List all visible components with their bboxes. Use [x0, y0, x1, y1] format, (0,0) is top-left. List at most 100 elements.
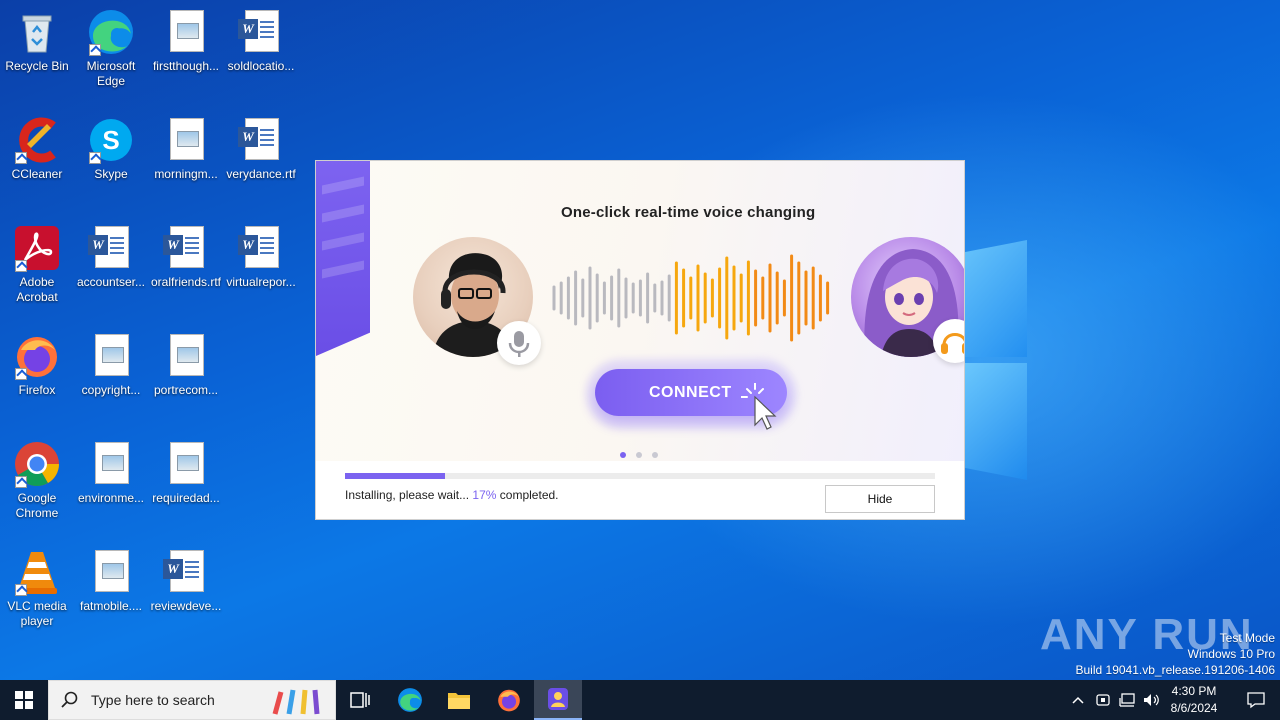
word-doc-icon: W [88, 226, 129, 268]
edge-icon [398, 688, 422, 712]
desktop: Recycle Bin CCleaner Adobe Acrobat Firef… [0, 0, 1280, 680]
install-progress-fill [345, 473, 446, 479]
desktop-icon-label: Firefox [18, 383, 56, 397]
clock-time: 4:30 PM [1171, 684, 1217, 698]
clock-date: 8/6/2024 [1170, 701, 1218, 715]
shortcut-arrow-icon [15, 260, 27, 272]
shortcut-arrow-icon [89, 44, 101, 56]
desktop-icon-google-chrome[interactable]: Google Chrome [1, 440, 73, 521]
word-doc-icon: W [163, 226, 204, 268]
network-button[interactable] [1116, 680, 1138, 720]
file-explorer-icon [448, 693, 470, 709]
taskbar: Type here to search 4:30 PM 8/6/2024 [0, 680, 1280, 720]
desktop-icon-ccleaner[interactable]: CCleaner [1, 116, 73, 182]
carousel-dot[interactable] [636, 452, 642, 458]
show-hidden-icons-button[interactable] [1066, 680, 1090, 720]
desktop-icon-label: reviewdeve... [150, 599, 222, 613]
shortcut-arrow-icon [15, 368, 27, 380]
desktop-icon-adobe-acrobat[interactable]: Adobe Acrobat [1, 224, 73, 305]
desktop-icon-firefox[interactable]: Firefox [1, 332, 73, 398]
desktop-icon-label: virtualrepor... [226, 275, 296, 289]
start-button[interactable] [0, 680, 48, 720]
desktop-icon-recycle-bin[interactable]: Recycle Bin [1, 8, 73, 74]
shortcut-arrow-icon [89, 152, 101, 164]
image-file-icon [95, 334, 129, 376]
word-doc-icon: W [163, 550, 204, 592]
taskbar-clock[interactable]: 4:30 PM 8/6/2024 [1160, 683, 1228, 717]
image-file-icon [95, 550, 129, 592]
image-file-icon [95, 442, 129, 484]
word-doc-icon: W [238, 10, 279, 52]
carousel-dot[interactable] [652, 452, 658, 458]
tray-device-button[interactable] [1092, 680, 1114, 720]
desktop-icon-label: environme... [77, 491, 145, 505]
network-icon [1119, 693, 1135, 707]
desktop-icon-accountser[interactable]: W accountser... [75, 224, 147, 290]
word-doc-icon: W [238, 226, 279, 268]
status-suffix: completed. [499, 488, 559, 502]
image-file-icon [170, 442, 204, 484]
taskbar-firefox-button[interactable] [485, 680, 533, 720]
installer-window: One-click real-time voice changing CONNE… [315, 160, 965, 520]
desktop-icon-soldlocatio[interactable]: W soldlocatio... [225, 8, 297, 74]
desktop-icon-skype[interactable]: S Skype [75, 116, 147, 182]
search-highlight-brushes-icon [272, 689, 320, 715]
decorative-stripes [316, 161, 370, 356]
desktop-icon-portrecom[interactable]: portrecom... [150, 332, 222, 398]
desktop-icon-label: Adobe Acrobat [16, 275, 58, 304]
word-doc-icon: W [238, 118, 279, 160]
banner-headline: One-click real-time voice changing [561, 204, 816, 221]
desktop-icon-fatmobile[interactable]: fatmobile.... [75, 548, 147, 614]
shortcut-arrow-icon [15, 476, 27, 488]
click-cursor-icon [741, 383, 777, 430]
desktop-icon-reviewdeve[interactable]: W reviewdeve... [150, 548, 222, 614]
carousel-dot[interactable] [620, 452, 626, 458]
test-mode-text: Test Mode [1219, 631, 1275, 645]
carousel-dots [620, 445, 668, 461]
desktop-icon-label: Google Chrome [15, 491, 59, 520]
desktop-icon-oralfriends[interactable]: W oralfriends.rtf [150, 224, 222, 290]
desktop-icon-environme[interactable]: environme... [75, 440, 147, 506]
chevron-up-icon [1072, 696, 1084, 704]
desktop-icon-verydance[interactable]: W verydance.rtf [225, 116, 297, 182]
desktop-icon-label: copyright... [81, 383, 141, 397]
shortcut-arrow-icon [15, 584, 27, 596]
build-text: Build 19041.vb_release.191206-1406 [1075, 663, 1276, 677]
search-placeholder: Type here to search [91, 692, 215, 708]
taskbar-search-box[interactable]: Type here to search [48, 680, 336, 720]
image-file-icon [170, 334, 204, 376]
shortcut-arrow-icon [15, 152, 27, 164]
device-icon [1096, 694, 1110, 706]
taskbar-installer-button[interactable] [534, 680, 582, 720]
desktop-icon-label: Recycle Bin [5, 59, 69, 73]
desktop-icon-microsoft-edge[interactable]: Microsoft Edge [75, 8, 147, 89]
windows-start-icon [15, 691, 33, 709]
desktop-icon-label: Skype [94, 167, 128, 181]
desktop-icon-firstthough[interactable]: firstthough... [150, 8, 222, 74]
desktop-icon-copyright[interactable]: copyright... [75, 332, 147, 398]
action-center-button[interactable] [1232, 680, 1280, 720]
hide-button[interactable]: Hide [825, 485, 935, 513]
desktop-icon-virtualrepor[interactable]: W virtualrepor... [225, 224, 297, 290]
taskbar-file-explorer-button[interactable] [435, 680, 483, 720]
desktop-icon-requiredad[interactable]: requiredad... [150, 440, 222, 506]
image-file-icon [170, 10, 204, 52]
desktop-icon-label: CCleaner [11, 167, 63, 181]
volume-icon [1144, 694, 1159, 706]
volume-button[interactable] [1140, 680, 1162, 720]
taskbar-edge-button[interactable] [386, 680, 434, 720]
system-info-overlay: Test Mode Windows 10 Pro Build 19041.vb_… [1076, 630, 1276, 678]
headset-icon [933, 319, 964, 363]
windows-edition-text: Windows 10 Pro [1187, 647, 1275, 661]
task-view-button[interactable] [336, 680, 384, 720]
desktop-icon-label: accountser... [76, 275, 146, 289]
desktop-icon-label: oralfriends.rtf [150, 275, 222, 289]
desktop-icon-vlc[interactable]: VLC media player [1, 548, 73, 629]
desktop-icon-morningm[interactable]: morningm... [150, 116, 222, 182]
desktop-icon-label: requiredad... [152, 491, 220, 505]
svg-text:S: S [102, 125, 119, 155]
status-prefix: Installing, please wait... [345, 488, 470, 502]
task-view-icon [350, 692, 370, 708]
microphone-icon [497, 321, 541, 365]
voice-waveform [552, 254, 830, 342]
